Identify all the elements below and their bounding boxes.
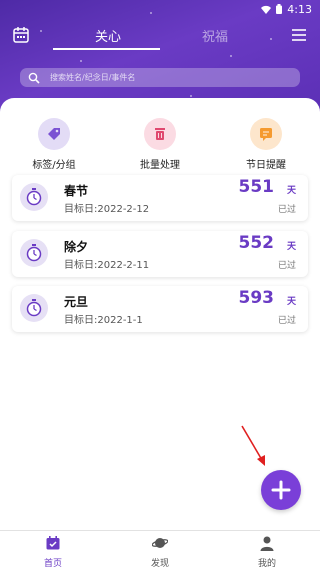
search-placeholder: 搜索姓名/纪念日/事件名 xyxy=(50,73,136,82)
trash-icon xyxy=(144,118,176,150)
days-count: 593 xyxy=(238,288,275,308)
add-event-button[interactable] xyxy=(261,470,301,510)
tab-blessing[interactable]: 祝福 xyxy=(202,26,228,45)
days-count: 552 xyxy=(238,233,275,253)
event-target-date: 目标日:2022-2-12 xyxy=(64,204,150,215)
status-time: 4:13 xyxy=(287,2,312,16)
event-target-date: 目标日:2022-1-1 xyxy=(64,315,143,326)
bottom-nav: 首页 发现 我的 xyxy=(0,530,320,568)
user-icon xyxy=(260,536,274,551)
event-status: 已过 xyxy=(277,261,296,271)
action-label: 节日提醒 xyxy=(246,160,286,171)
plus-icon xyxy=(271,480,291,500)
action-batch[interactable]: 批量处理 xyxy=(120,118,200,171)
event-target-date: 目标日:2022-2-11 xyxy=(64,260,150,271)
action-festival-reminder[interactable]: 节日提醒 xyxy=(226,118,306,171)
top-bar: 关心 祝福 xyxy=(0,22,320,52)
menu-icon[interactable] xyxy=(290,26,308,44)
calendar-check-icon xyxy=(46,536,60,550)
days-unit: 天 xyxy=(286,242,296,252)
planet-icon xyxy=(151,538,169,548)
action-label: 批量处理 xyxy=(140,160,180,171)
calendar-icon[interactable] xyxy=(12,26,30,44)
event-status: 已过 xyxy=(277,316,296,326)
clock-icon xyxy=(20,183,48,211)
event-card[interactable]: 春节 目标日:2022-2-12 551 天 已过 xyxy=(12,175,308,221)
tab-care[interactable]: 关心 xyxy=(95,26,121,45)
search-bar[interactable]: 搜索姓名/纪念日/事件名 xyxy=(20,68,300,87)
main-content: 标签/分组 批量处理 节日提醒 春节 目标日:2022-2-12 551 天 已… xyxy=(0,98,320,530)
search-icon xyxy=(28,72,40,84)
active-tab-indicator xyxy=(53,48,160,50)
nav-label: 发现 xyxy=(150,559,169,568)
battery-icon xyxy=(276,4,283,14)
event-name: 春节 xyxy=(64,184,89,198)
sparkle xyxy=(80,60,82,62)
event-name: 元旦 xyxy=(64,295,89,309)
days-unit: 天 xyxy=(286,186,296,196)
nav-label: 我的 xyxy=(257,559,276,568)
nav-discover[interactable]: 发现 xyxy=(130,535,190,568)
action-label: 标签/分组 xyxy=(32,160,76,171)
clock-icon xyxy=(20,294,48,322)
tag-icon xyxy=(38,118,70,150)
event-card[interactable]: 元旦 目标日:2022-1-1 593 天 已过 xyxy=(12,286,308,332)
days-unit: 天 xyxy=(286,297,296,307)
clock-icon xyxy=(20,239,48,267)
nav-home[interactable]: 首页 xyxy=(23,535,83,568)
event-card[interactable]: 除夕 目标日:2022-2-11 552 天 已过 xyxy=(12,231,308,277)
action-tag-group[interactable]: 标签/分组 xyxy=(14,118,94,171)
message-icon xyxy=(250,118,282,150)
event-name: 除夕 xyxy=(64,240,89,254)
wifi-icon xyxy=(261,5,272,14)
event-status: 已过 xyxy=(277,205,296,215)
sparkle xyxy=(230,55,232,57)
sparkle xyxy=(190,95,192,97)
nav-label: 首页 xyxy=(43,559,62,568)
status-bar: 4:13 xyxy=(0,0,320,18)
days-count: 551 xyxy=(238,177,275,197)
nav-profile[interactable]: 我的 xyxy=(237,535,297,568)
annotation-arrow-icon xyxy=(241,425,265,466)
